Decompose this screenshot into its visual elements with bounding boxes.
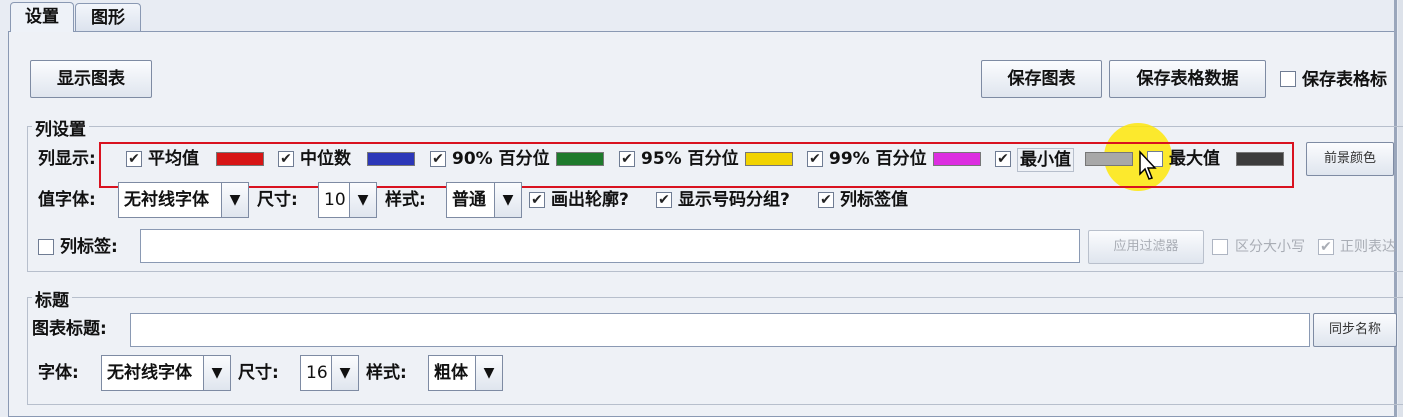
foreground-color-button[interactable]: 前景颜色: [1306, 142, 1394, 176]
number-grouping-label: 显示号码分组?: [678, 190, 790, 210]
value-size-value: 10: [324, 190, 346, 210]
save-table-data-button[interactable]: 保存表格数据: [1109, 60, 1266, 98]
case-sensitive-label: 区分大小写: [1235, 239, 1305, 255]
case-sensitive-checkbox[interactable]: [1212, 239, 1228, 255]
column-label-value-label: 列标签值: [840, 190, 908, 210]
chart-title-input[interactable]: [130, 313, 1310, 347]
value-font-value: 无衬线字体: [124, 190, 209, 210]
column-label-input[interactable]: [140, 229, 1080, 263]
column-settings-title: 列设置: [32, 115, 89, 140]
chevron-down-icon[interactable]: ▼: [349, 183, 376, 217]
value-style-select[interactable]: 普通 ▼: [446, 182, 522, 218]
sync-name-button[interactable]: 同步名称: [1313, 313, 1397, 347]
value-style-label: 样式:: [385, 190, 426, 210]
tab-settings[interactable]: 设置: [10, 2, 74, 32]
title-size-select[interactable]: 16 ▼: [300, 355, 359, 391]
value-font-label: 值字体:: [38, 190, 96, 210]
chevron-down-icon[interactable]: ▼: [475, 356, 502, 390]
highlight-box: [99, 142, 1294, 188]
chevron-down-icon[interactable]: ▼: [494, 183, 521, 217]
title-style-select[interactable]: 粗体 ▼: [428, 355, 503, 391]
save-table-label-text: 保存表格标: [1302, 70, 1387, 90]
chevron-down-icon[interactable]: ▼: [331, 356, 358, 390]
draw-outline-checkbox[interactable]: ✔: [529, 192, 545, 208]
show-chart-button[interactable]: 显示图表: [30, 60, 152, 98]
title-style-label: 样式:: [366, 363, 407, 383]
value-font-select[interactable]: 无衬线字体 ▼: [118, 182, 249, 218]
chevron-down-icon[interactable]: ▼: [221, 183, 248, 217]
column-display-label: 列显示:: [38, 149, 96, 169]
value-style-value: 普通: [452, 190, 486, 210]
title-size-value: 16: [306, 363, 328, 383]
value-size-label: 尺寸:: [257, 190, 298, 210]
regex-checkbox[interactable]: ✔: [1318, 239, 1334, 255]
title-group-title: 标题: [32, 286, 72, 311]
title-font-value: 无衬线字体: [107, 363, 192, 383]
value-size-select[interactable]: 10 ▼: [318, 182, 377, 218]
tab-strip: 设置 图形: [0, 0, 1395, 32]
column-label-checkbox[interactable]: [38, 239, 54, 255]
title-style-value: 粗体: [434, 363, 468, 383]
chevron-down-icon[interactable]: ▼: [203, 356, 230, 390]
apply-filter-button[interactable]: 应用过滤器: [1088, 230, 1204, 264]
regex-label: 正则表达: [1340, 239, 1396, 255]
draw-outline-label: 画出轮廓?: [551, 190, 629, 210]
column-label-value-checkbox[interactable]: ✔: [818, 192, 834, 208]
column-label-text: 列标签:: [60, 237, 118, 257]
title-size-label: 尺寸:: [238, 363, 279, 383]
number-grouping-checkbox[interactable]: ✔: [656, 192, 672, 208]
save-chart-button[interactable]: 保存图表: [981, 60, 1102, 98]
save-table-label-checkbox[interactable]: [1280, 71, 1296, 87]
chart-title-label: 图表标题:: [32, 319, 107, 339]
title-font-label: 字体:: [38, 363, 79, 383]
tab-graph[interactable]: 图形: [75, 3, 141, 31]
title-font-select[interactable]: 无衬线字体 ▼: [101, 355, 231, 391]
